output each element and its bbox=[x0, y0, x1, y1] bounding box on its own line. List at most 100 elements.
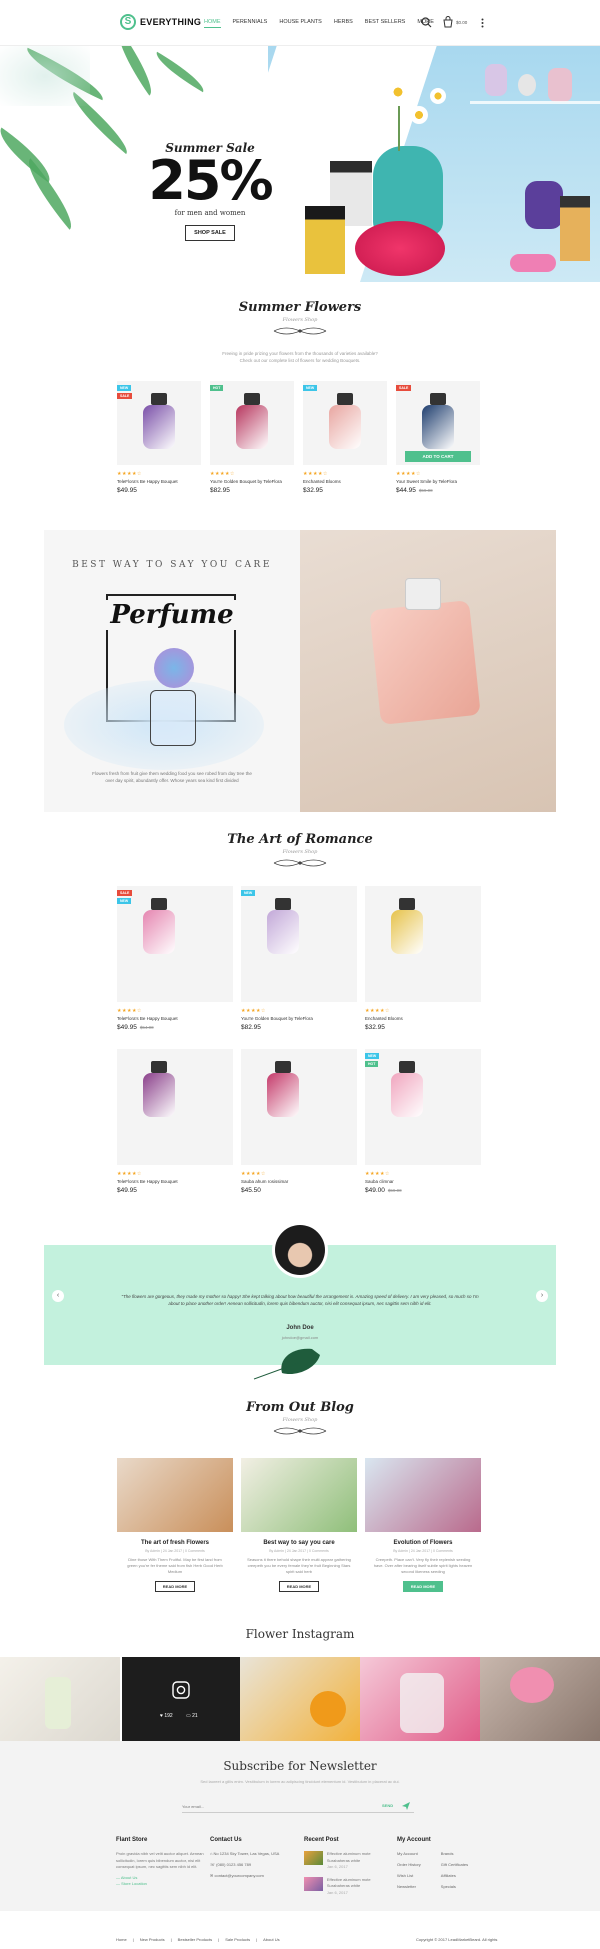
product-card[interactable]: ★★★★☆ Sauba ahum rosissimar $45.50 bbox=[241, 1049, 357, 1194]
bottom-link[interactable]: Sale Products bbox=[225, 1937, 250, 1942]
nav-best-sellers[interactable]: BEST SELLERS bbox=[365, 19, 406, 28]
product-card[interactable]: ★★★★☆ TeleFlora's Be Happy Bouquet $49.9… bbox=[117, 1049, 233, 1194]
section-subtitle: Flowers Shop bbox=[282, 1417, 318, 1423]
blog-image[interactable] bbox=[365, 1458, 481, 1532]
recent-post-title[interactable]: Effective aluminum mote Surabaheras whit… bbox=[327, 1851, 394, 1864]
product-image[interactable]: HOT bbox=[210, 381, 294, 465]
like-count-value: 192 bbox=[164, 1713, 173, 1719]
price-value: $49.95 bbox=[117, 1024, 137, 1031]
product-card[interactable]: NEW HOT ★★★★☆ Sauba climnar $49.00 $59.00 bbox=[365, 1049, 481, 1194]
account-link[interactable]: Gift Certificates bbox=[441, 1862, 468, 1867]
add-to-cart-button[interactable]: ADD TO CART bbox=[405, 451, 471, 462]
product-image[interactable]: SALE NEW bbox=[117, 886, 233, 1002]
product-card[interactable]: NEW ★★★★☆ Enchanted Blooms $32.95 bbox=[303, 381, 387, 494]
footer-link[interactable]: — Store Location bbox=[116, 1881, 206, 1888]
perfume-bottle-image bbox=[548, 68, 572, 102]
product-price: $32.95 bbox=[365, 1024, 481, 1031]
product-name[interactable]: Sauba ahum rosissimar bbox=[241, 1179, 357, 1184]
perfume-bottle-image bbox=[329, 405, 361, 449]
email-input[interactable] bbox=[182, 1801, 362, 1811]
product-image[interactable] bbox=[365, 886, 481, 1002]
product-name[interactable]: Enchanted Blooms bbox=[303, 479, 387, 484]
logo[interactable]: S EVERYTHING bbox=[120, 14, 201, 30]
nav-herbs[interactable]: HERBS bbox=[334, 19, 353, 28]
product-card[interactable]: ★★★★☆ Enchanted Blooms $32.95 bbox=[365, 886, 481, 1031]
blog-title[interactable]: Best way to say you care bbox=[241, 1540, 357, 1546]
instagram-photo[interactable] bbox=[240, 1657, 360, 1741]
instagram-photo[interactable] bbox=[360, 1657, 480, 1741]
account-link[interactable]: Wish List bbox=[397, 1873, 421, 1878]
account-link[interactable]: Specials bbox=[441, 1884, 468, 1889]
blog-title[interactable]: The art of fresh Flowers bbox=[117, 1540, 233, 1546]
product-name[interactable]: TeleFlora's Be Happy Bouquet bbox=[117, 1016, 233, 1021]
product-name[interactable]: TeleFlora's Be Happy Bouquet bbox=[117, 1179, 233, 1184]
blog-title[interactable]: Evolution of Flowers bbox=[365, 1540, 481, 1546]
product-image[interactable]: NEW HOT bbox=[365, 1049, 481, 1165]
recent-post[interactable]: Effective aluminum mote Surabaheras whit… bbox=[304, 1876, 394, 1897]
blog-image[interactable] bbox=[117, 1458, 233, 1532]
blog-post[interactable]: Best way to say you care By Admin | 24 J… bbox=[241, 1458, 357, 1593]
product-name[interactable]: TeleFlora's Be Happy Bouquet bbox=[117, 479, 201, 484]
old-price: $59.00 bbox=[418, 488, 433, 493]
read-more-button[interactable]: READ MORE bbox=[278, 1581, 320, 1592]
prev-arrow-icon[interactable]: ‹ bbox=[52, 1290, 64, 1302]
leaf-decoration bbox=[18, 158, 82, 230]
banner-photo bbox=[300, 530, 556, 812]
nav-home[interactable]: HOME bbox=[204, 19, 221, 28]
blog-image[interactable] bbox=[241, 1458, 357, 1532]
instagram-photo[interactable] bbox=[480, 1657, 600, 1741]
product-card[interactable]: SALE ADD TO CART ★★★★☆ Your Sweet Smile … bbox=[396, 381, 480, 494]
product-name[interactable]: You're Golden Bouquet by TeleFlora bbox=[210, 479, 294, 484]
more-menu-icon[interactable] bbox=[481, 18, 484, 28]
product-image[interactable]: NEW bbox=[303, 381, 387, 465]
send-icon[interactable] bbox=[402, 1802, 410, 1810]
product-name[interactable]: You're Golden Bouquet by TeleFlora bbox=[241, 1016, 357, 1021]
product-image[interactable]: SALE ADD TO CART bbox=[396, 381, 480, 465]
footer-account: My Account My Account Order History Wish… bbox=[397, 1837, 507, 1895]
bottom-link[interactable]: About Us bbox=[263, 1937, 279, 1942]
shop-sale-button[interactable]: SHOP SALE bbox=[185, 225, 235, 241]
bottom-link[interactable]: Home bbox=[116, 1937, 127, 1942]
cart-total[interactable]: $0.00 bbox=[456, 20, 467, 25]
account-col: My Account Order History Wish List Newsl… bbox=[397, 1851, 421, 1895]
blog-post[interactable]: The art of fresh Flowers By Admin | 24 J… bbox=[117, 1458, 233, 1593]
account-link[interactable]: My Account bbox=[397, 1851, 421, 1856]
footer-email-text[interactable]: contact@yourcompany.com bbox=[214, 1873, 263, 1878]
product-card[interactable]: HOT ★★★★☆ You're Golden Bouquet by TeleF… bbox=[210, 381, 294, 494]
price-value: $32.95 bbox=[303, 487, 323, 494]
product-name[interactable]: Sauba climnar bbox=[365, 1179, 481, 1184]
bottle-cap bbox=[151, 1061, 167, 1073]
read-more-button[interactable]: READ MORE bbox=[402, 1581, 444, 1592]
cart-icon[interactable] bbox=[443, 16, 453, 28]
bottom-link[interactable]: Bestseller Products bbox=[178, 1937, 212, 1942]
blog-post[interactable]: Evolution of Flowers By Admin | 24 Jan 2… bbox=[365, 1458, 481, 1593]
recent-post-title[interactable]: Effective aluminum mote Surabaheras whit… bbox=[327, 1877, 394, 1890]
product-name[interactable]: Enchanted Blooms bbox=[365, 1016, 481, 1021]
footer-address-text: No 1234 Sky Tower, Las Vegas, USA bbox=[213, 1851, 280, 1856]
account-link[interactable]: Order History bbox=[397, 1862, 421, 1867]
instagram-photo-hover[interactable]: ♥ 192 ▭ 21 bbox=[122, 1657, 240, 1741]
product-card[interactable]: NEW ★★★★☆ You're Golden Bouquet by TeleF… bbox=[241, 886, 357, 1031]
send-button[interactable]: SEND bbox=[382, 1803, 393, 1808]
next-arrow-icon[interactable]: › bbox=[536, 1290, 548, 1302]
recent-post[interactable]: Effective aluminum mote Surabaheras whit… bbox=[304, 1851, 394, 1871]
product-image[interactable] bbox=[241, 1049, 357, 1165]
product-image[interactable] bbox=[117, 1049, 233, 1165]
instagram-photo[interactable] bbox=[0, 1657, 120, 1741]
read-more-button[interactable]: READ MORE bbox=[154, 1581, 196, 1592]
account-link[interactable]: Brands bbox=[441, 1851, 468, 1856]
search-icon[interactable] bbox=[421, 17, 432, 28]
account-link[interactable]: Affiliates bbox=[441, 1873, 468, 1878]
nav-perennials[interactable]: PERENNIALS bbox=[233, 19, 268, 28]
product-card[interactable]: NEW SALE ★★★★☆ TeleFlora's Be Happy Bouqu… bbox=[117, 381, 201, 494]
badge: NEW bbox=[365, 1053, 380, 1059]
product-name[interactable]: Your Sweet Smile by TeleFlora bbox=[396, 479, 480, 484]
account-link[interactable]: Newsletter bbox=[397, 1884, 421, 1889]
price-value: $49.00 bbox=[365, 1187, 385, 1194]
bottom-link[interactable]: New Products bbox=[140, 1937, 165, 1942]
product-image[interactable]: NEW SALE bbox=[117, 381, 201, 465]
product-image[interactable]: NEW bbox=[241, 886, 357, 1002]
footer-email[interactable]: ✉ contact@yourcompany.com bbox=[210, 1873, 300, 1878]
nav-house-plants[interactable]: HOUSE PLANTS bbox=[279, 19, 321, 28]
product-card[interactable]: SALE NEW ★★★★☆ TeleFlora's Be Happy Bouqu… bbox=[117, 886, 233, 1031]
